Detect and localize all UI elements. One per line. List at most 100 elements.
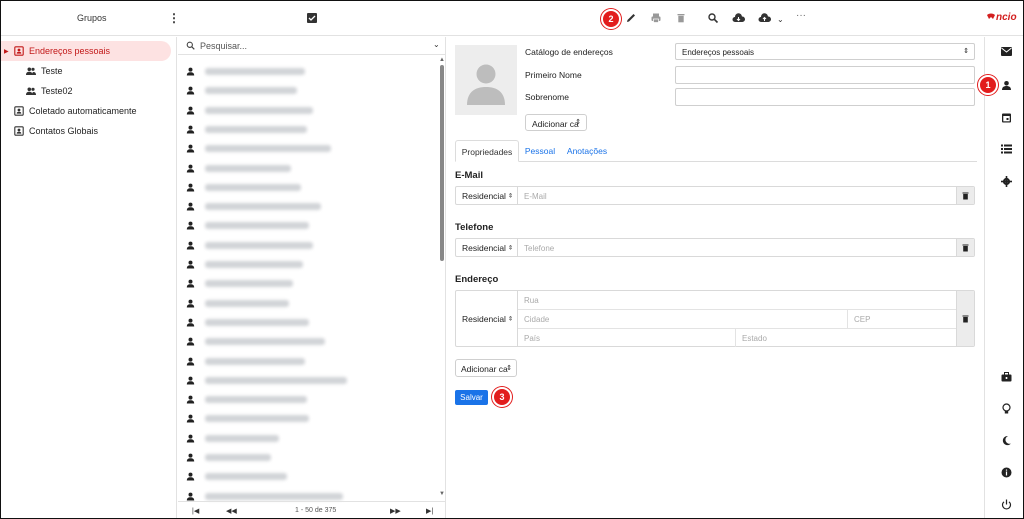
email-delete-button[interactable] <box>956 187 974 204</box>
contact-list-item[interactable] <box>186 332 436 351</box>
dark-mode-moon-icon[interactable] <box>1001 435 1012 446</box>
contact-list-item[interactable] <box>186 120 436 139</box>
contact-list-item[interactable] <box>186 236 436 255</box>
contact-editor: Catálogo de endereços Endereços pessoais… <box>447 37 983 518</box>
contact-list-item[interactable] <box>186 101 436 120</box>
contact-list-item[interactable] <box>186 62 436 81</box>
lightbulb-icon[interactable] <box>1001 403 1012 414</box>
address-book-icon <box>14 106 24 116</box>
expand-arrow-icon[interactable]: ▶ <box>4 48 14 55</box>
contact-list-item[interactable] <box>186 197 436 216</box>
annotation-badge-2: 2 <box>601 9 621 29</box>
scrollbar-thumb[interactable] <box>440 65 444 261</box>
first-page-icon[interactable]: |◀ <box>192 507 199 515</box>
email-input[interactable]: E-Mail <box>524 192 547 201</box>
delete-icon[interactable] <box>675 12 687 24</box>
avatar[interactable] <box>455 45 517 115</box>
tab-properties[interactable]: Propriedades <box>455 140 519 162</box>
suitcase-icon[interactable] <box>1001 372 1012 383</box>
contact-list-item[interactable] <box>186 159 436 178</box>
contact-list-item[interactable] <box>186 352 436 371</box>
chevron-down-icon[interactable]: ⌄ <box>777 15 789 27</box>
groups-menu-icon[interactable]: ⋮ <box>168 12 180 26</box>
phone-input[interactable]: Telefone <box>524 244 554 253</box>
tasks-list-icon[interactable] <box>1001 144 1012 155</box>
more-icon[interactable]: ··· <box>796 10 808 22</box>
contact-name-redacted <box>205 87 297 95</box>
edit-icon[interactable] <box>625 12 637 24</box>
mail-icon[interactable] <box>1001 47 1012 58</box>
address-type-select[interactable]: Residencial ⇕ <box>456 291 518 346</box>
group-item[interactable]: ▶ Endereços pessoais <box>1 41 171 61</box>
last-name-field[interactable] <box>675 88 975 106</box>
print-icon[interactable] <box>650 12 662 24</box>
settings-gear-icon[interactable] <box>1001 176 1012 187</box>
contact-list-item[interactable] <box>186 178 436 197</box>
state-field[interactable]: Estado <box>736 329 956 347</box>
country-field[interactable]: País <box>518 329 736 347</box>
group-item[interactable]: Teste <box>1 61 171 81</box>
street-field[interactable]: Rua <box>518 291 956 310</box>
info-icon[interactable] <box>1001 467 1012 478</box>
contact-name-redacted <box>205 338 325 346</box>
select-arrows-icon: ⇕ <box>963 48 969 55</box>
city-field[interactable]: Cidade <box>518 310 848 329</box>
phone-type-select[interactable]: Residencial ⇕ <box>456 239 518 256</box>
contact-list-item[interactable] <box>186 409 436 428</box>
next-page-icon[interactable]: ▶▶ <box>390 507 401 515</box>
address-delete-button[interactable] <box>956 291 974 346</box>
contact-name-redacted <box>205 415 309 423</box>
contact-list-item[interactable] <box>186 216 436 235</box>
last-page-icon[interactable]: ▶| <box>426 507 433 515</box>
select-arrows-icon: ⇕ <box>506 365 512 372</box>
contacts-icon[interactable] <box>1001 80 1012 91</box>
previous-page-icon[interactable]: ◀◀ <box>226 507 237 515</box>
contact-list-item[interactable] <box>186 448 436 467</box>
address-row: Residencial ⇕ Rua Cidade CEP País Estado <box>455 290 975 347</box>
scroll-down-icon[interactable]: ▼ <box>439 491 445 497</box>
group-item[interactable]: Contatos Globais <box>1 121 171 141</box>
contact-list-item[interactable] <box>186 255 436 274</box>
power-logout-icon[interactable] <box>1001 499 1012 510</box>
select-arrows-icon: ⇕ <box>507 245 513 251</box>
tab-bar: Propriedades Pessoal Anotações <box>455 140 977 162</box>
contact-list-item[interactable] <box>186 294 436 313</box>
contact-list-item[interactable] <box>186 467 436 486</box>
save-button[interactable]: Salvar <box>455 390 488 405</box>
person-placeholder-icon <box>467 64 505 105</box>
contact-list-item[interactable] <box>186 313 436 332</box>
tab-personal[interactable]: Pessoal <box>523 140 557 162</box>
search-bar[interactable]: Pesquisar... ⌄ <box>178 37 446 55</box>
contact-list-item[interactable] <box>186 139 436 158</box>
contact-name-redacted <box>205 68 305 75</box>
annotation-badge-1: 1 <box>978 75 998 95</box>
cloud-download-icon[interactable] <box>732 12 746 24</box>
contact-name-redacted <box>205 318 309 326</box>
cloud-upload-icon[interactable] <box>758 12 772 24</box>
contact-list-item[interactable] <box>186 390 436 409</box>
catalog-select[interactable]: Endereços pessoais ⇕ <box>675 43 975 60</box>
email-type-select[interactable]: Residencial ⇕ <box>456 187 518 204</box>
search-icon[interactable] <box>707 12 719 24</box>
calendar-icon[interactable] <box>1001 112 1012 123</box>
add-field-bottom-select[interactable]: Adicionar ca ⇕ <box>455 359 517 377</box>
address-book-icon <box>14 46 24 56</box>
select-all-checkbox-icon[interactable] <box>307 13 317 23</box>
tab-notes[interactable]: Anotações <box>565 140 609 162</box>
trash-icon <box>962 192 969 199</box>
person-icon <box>186 86 195 95</box>
phone-delete-button[interactable] <box>956 239 974 256</box>
contact-list-item[interactable] <box>186 274 436 293</box>
first-name-field[interactable] <box>675 66 975 84</box>
search-options-chevron-icon[interactable]: ⌄ <box>433 40 440 49</box>
person-icon <box>186 414 195 423</box>
zip-field[interactable]: CEP <box>848 310 956 329</box>
group-item[interactable]: Coletado automaticamente <box>1 101 171 121</box>
contact-list-item[interactable] <box>186 371 436 390</box>
scroll-up-icon[interactable]: ▲ <box>439 57 445 63</box>
contact-list-item[interactable] <box>186 429 436 448</box>
add-field-top-select[interactable]: Adicionar ca ⇕ <box>525 114 587 131</box>
contact-list-item[interactable] <box>186 81 436 100</box>
group-item[interactable]: Teste02 <box>1 81 171 101</box>
search-input[interactable]: Pesquisar... <box>200 41 247 51</box>
